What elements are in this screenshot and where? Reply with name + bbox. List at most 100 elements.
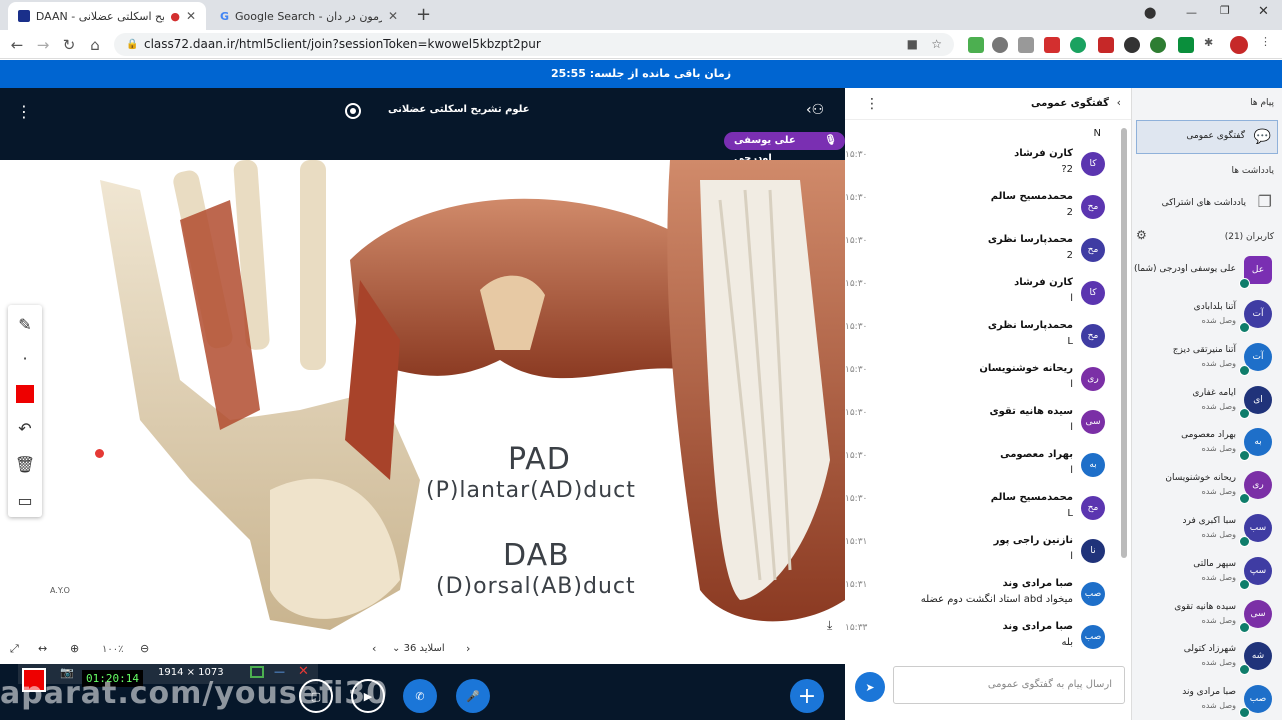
slide-text-dab: DAB xyxy=(503,538,570,573)
extension-icon[interactable] xyxy=(1150,37,1166,53)
users-sidebar: پیام ها 💬 گفتگوی عمومی یادداشت ها ❐ یادد… xyxy=(1132,88,1282,720)
message-text: L xyxy=(1067,508,1073,519)
record-icon[interactable] xyxy=(345,103,361,119)
chat-message: به بهراد معصومی l ۱۵:۳۰ xyxy=(845,449,1105,489)
kebab-menu-icon[interactable]: ⋮ xyxy=(1260,35,1271,48)
message-text: ?2 xyxy=(1061,164,1073,175)
fit-screen-icon[interactable]: ⤢ xyxy=(10,642,19,656)
user-item[interactable]: سب سبا اکبری فرد وصل شده xyxy=(1132,510,1282,550)
extension-icon[interactable] xyxy=(1044,37,1060,53)
user-item-me[interactable]: عل علی یوسفی اودرجی (شما) xyxy=(1132,252,1282,292)
shared-notes-label: یادداشت های اشتراکی xyxy=(1161,198,1246,208)
extension-icon[interactable] xyxy=(1124,37,1140,53)
notes-section-title: یادداشت ها xyxy=(1231,166,1275,176)
send-button[interactable]: ➤ xyxy=(855,672,885,702)
extension-icon[interactable] xyxy=(992,37,1008,53)
microphone-icon: 🎙 xyxy=(824,135,837,146)
close-icon[interactable]: ✕ xyxy=(186,9,196,23)
pencil-icon[interactable]: ✎ xyxy=(8,307,42,341)
message-text: بله xyxy=(1061,637,1073,648)
chat-message: کا کارن فرشاد ?2 ۱۵:۳۰ xyxy=(845,148,1105,188)
message-time: ۱۵:۳۱ xyxy=(845,580,868,590)
whiteboard-toolbar: ✎ · ↶ 🗑 ▭ xyxy=(8,305,42,517)
share-camera-button[interactable]: ▶ xyxy=(351,679,385,713)
user-name: ریحانه خوشنویسان xyxy=(1165,473,1236,484)
shared-notes-item[interactable]: ❐ یادداشت های اشتراکی xyxy=(1136,188,1278,218)
back-icon[interactable]: ← xyxy=(6,34,28,56)
chat-options-icon[interactable]: ⋮ xyxy=(865,96,879,112)
public-chat-item[interactable]: 💬 گفتگوی عمومی xyxy=(1136,120,1278,154)
actions-bar: 📷 01:20:14 1914 × 1073 — ✕ aparat.com/yo… xyxy=(0,664,845,720)
message-time: ۱۵:۳۰ xyxy=(845,322,868,332)
user-item[interactable]: شه شهرزاد کتولی وصل شده xyxy=(1132,638,1282,678)
avatar[interactable] xyxy=(1230,36,1248,54)
user-item[interactable]: ری ریحانه خوشنویسان وصل شده xyxy=(1132,467,1282,507)
extension-icon[interactable] xyxy=(1178,37,1194,53)
extensions-puzzle-icon[interactable]: ✱ xyxy=(1204,36,1213,49)
user-item[interactable]: ای ایامه غفاری وصل شده xyxy=(1132,382,1282,422)
address-bar[interactable]: 🔒 class72.daan.ir/html5client/join?sessi… xyxy=(114,33,954,56)
message-time: ۱۵:۳۱ xyxy=(845,537,868,547)
multi-user-whiteboard-icon[interactable]: ▭ xyxy=(8,483,42,517)
maximize-icon[interactable]: ❐ xyxy=(1220,4,1230,17)
share-screen-button[interactable]: ▢ xyxy=(299,679,333,713)
user-list-toggle-icon[interactable]: ‹⚇ xyxy=(806,102,824,118)
user-item[interactable]: به بهراد معصومی وصل شده xyxy=(1132,424,1282,464)
close-icon[interactable]: ✕ xyxy=(388,9,398,23)
slide: PAD (P)lantar(AD)duct DAB (D)orsal(AB)du… xyxy=(0,160,845,638)
add-action-button[interactable]: + xyxy=(790,679,824,713)
gear-icon[interactable]: ⚙ xyxy=(1136,228,1147,242)
window-close-icon[interactable]: ✕ xyxy=(1258,4,1269,19)
slide-number: اسلاید 36 xyxy=(403,643,445,654)
google-icon: G xyxy=(220,9,230,23)
user-name: آتنا منیرتقی دیزج xyxy=(1172,344,1236,355)
extension-icon[interactable] xyxy=(1098,37,1114,53)
extension-icon[interactable] xyxy=(1018,37,1034,53)
users-section-title: کاربران (21) xyxy=(1224,232,1274,242)
chat-message: مح محمدپارسا نظری 2 ۱۵:۳۰ xyxy=(845,234,1105,274)
user-item[interactable]: صب صبا مرادی وند وصل شده xyxy=(1132,681,1282,721)
user-item[interactable]: سپ سپهر مالتی وصل شده xyxy=(1132,553,1282,593)
user-item[interactable]: سی سیده هانیه تقوی وصل شده xyxy=(1132,596,1282,636)
chat-input[interactable]: ارسال پیام به گفتگوی عمومی xyxy=(893,666,1125,704)
slide-controls: ⤢ ↔ ⊕ ۱۰۰٪ ⊖ ‹ ⌄ اسلاید 36 › xyxy=(0,638,845,664)
forward-icon[interactable]: → xyxy=(32,34,54,56)
pointer-cursor xyxy=(95,449,104,458)
user-item[interactable]: آت آتنا منیرتقی دیزج وصل شده xyxy=(1132,339,1282,379)
next-slide-icon[interactable]: › xyxy=(466,642,470,655)
color-picker[interactable] xyxy=(8,377,42,411)
home-icon[interactable]: ⌂ xyxy=(84,34,106,56)
send-icon: ➤ xyxy=(865,680,875,694)
tab-google[interactable]: G Google Search - طراحی آزمون در دان ✕ xyxy=(210,2,408,30)
trash-icon[interactable]: 🗑 xyxy=(8,447,42,481)
extension-icon[interactable] xyxy=(968,37,984,53)
user-name: سپهر مالتی xyxy=(1193,558,1236,569)
leave-audio-button[interactable]: ✆ xyxy=(403,679,437,713)
message-text: l xyxy=(1070,551,1073,562)
extension-icon[interactable] xyxy=(1070,37,1086,53)
options-menu-icon[interactable]: ⋮ xyxy=(16,102,32,121)
mute-button[interactable]: 🎤 xyxy=(456,679,490,713)
browser-tabbar: DAAN - تشریح اسکلتی عضلانی ● ✕ G Google … xyxy=(0,0,1282,30)
profile-menu-icon[interactable]: ⬤ xyxy=(1144,6,1156,19)
fit-width-icon[interactable]: ↔ xyxy=(38,642,47,655)
new-tab-icon[interactable]: + xyxy=(416,4,431,25)
user-item[interactable]: آت آتنا بلدابادی وصل شده xyxy=(1132,296,1282,336)
download-icon[interactable]: ⤓ xyxy=(827,618,832,633)
undo-icon[interactable]: ↶ xyxy=(8,411,42,445)
minimize-icon[interactable]: — xyxy=(1186,6,1197,19)
user-status: وصل شده xyxy=(1201,701,1236,711)
chat-scrollbar[interactable] xyxy=(1121,128,1127,558)
bookmark-star-icon[interactable]: ☆ xyxy=(931,33,942,56)
brush-size-icon[interactable]: · xyxy=(8,341,42,375)
previous-slide-icon[interactable]: ‹ xyxy=(372,642,376,655)
reload-icon[interactable]: ↻ xyxy=(58,34,80,56)
chevron-left-icon[interactable]: ‹ xyxy=(1117,96,1121,109)
camera-icon[interactable]: ■ xyxy=(907,33,918,56)
notes-icon: ❐ xyxy=(1257,192,1272,211)
tab-daan[interactable]: DAAN - تشریح اسکلتی عضلانی ● ✕ xyxy=(8,2,206,30)
zoom-out-icon[interactable]: ⊖ xyxy=(140,642,149,655)
slide-select[interactable]: ⌄ اسلاید 36 xyxy=(392,643,445,654)
message-time: ۱۵:۳۰ xyxy=(845,451,868,461)
zoom-in-icon[interactable]: ⊕ xyxy=(70,642,79,655)
